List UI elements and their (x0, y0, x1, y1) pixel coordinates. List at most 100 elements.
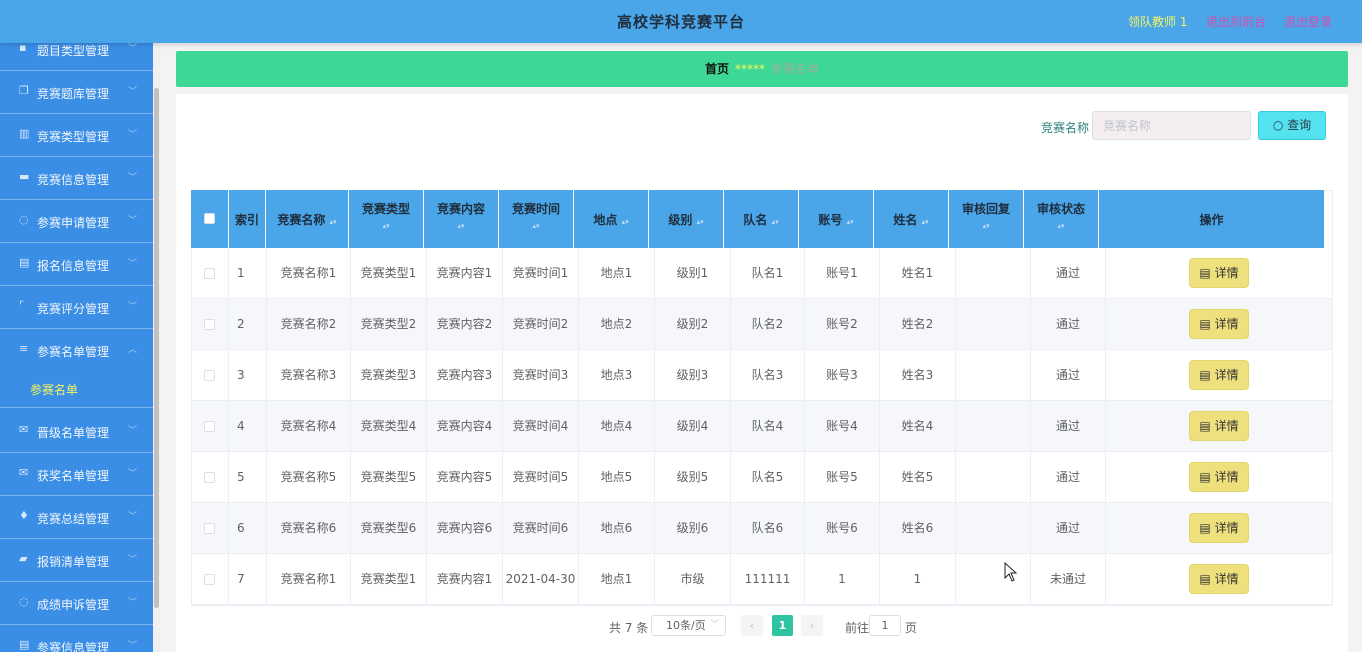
cell-actions: ▤ 详情 (1106, 248, 1332, 299)
sidebar-item-score-appeal[interactable]: ◌ 成绩申诉管理 ﹀ (0, 582, 153, 625)
column-header-level[interactable]: 级别 ▴▾ (649, 190, 724, 248)
chevron-down-icon: ﹀ (128, 87, 138, 97)
column-header-content[interactable]: 竞赛内容 ▴▾ (424, 190, 499, 248)
building-icon: ▥ (19, 127, 30, 140)
sidebar-item-question-types[interactable]: ▪ 题目类型管理 ﹀ (0, 43, 153, 71)
suitcase-icon: ▰ (19, 552, 28, 565)
next-page-button[interactable]: › (801, 615, 823, 636)
select-all-checkbox[interactable] (204, 213, 215, 224)
pagination-total: 共 7 条 (609, 621, 649, 635)
search-input[interactable] (1092, 111, 1251, 140)
detail-button[interactable]: ▤ 详情 (1189, 564, 1249, 594)
chevron-down-icon: ﹀ (128, 512, 138, 522)
sidebar-scrollbar[interactable] (153, 43, 160, 652)
chevron-down-icon: ﹀ (128, 641, 138, 651)
cell-name: 竞赛名称1 (267, 248, 351, 299)
back-to-front-link[interactable]: 退出到前台 (1206, 13, 1266, 30)
document-icon: ▤ (19, 256, 30, 269)
cell-place: 地点6 (579, 503, 655, 554)
chevron-down-icon: ﹀ (128, 216, 138, 226)
sidebar-item-participation-info[interactable]: ▤ 参赛信息管理 ﹀ (0, 625, 153, 652)
detail-button[interactable]: ▤ 详情 (1189, 462, 1249, 492)
cell-time: 竞赛时间3 (503, 350, 579, 401)
cell-name: 竞赛名称3 (267, 350, 351, 401)
cell-content: 竞赛内容4 (427, 401, 503, 452)
row-checkbox[interactable] (204, 472, 215, 483)
sidebar-item-promotion-list[interactable]: ✉ 晋级名单管理 ﹀ (0, 410, 153, 453)
top-header: 高校学科竞赛平台 领队教师 1 退出到前台 退出登录 (0, 0, 1362, 43)
sidebar-item-label: 竞赛评分管理 (37, 302, 110, 316)
sort-icon: ▴▾ (457, 222, 465, 230)
cell-place: 地点1 (579, 248, 655, 299)
cell-name: 竞赛名称4 (267, 401, 351, 452)
column-header-status[interactable]: 审核状态 ▴▾ (1024, 190, 1099, 248)
column-header-time[interactable]: 竞赛时间 ▴▾ (499, 190, 574, 248)
cell-actions: ▤ 详情 (1106, 299, 1332, 350)
goto-page-input[interactable] (869, 615, 901, 636)
cell-status: 通过 (1031, 299, 1106, 350)
page-size-select[interactable]: 10条/页 ﹀ (651, 615, 726, 636)
cell-team: 队名4 (731, 401, 805, 452)
cell-name: 竞赛名称6 (267, 503, 351, 554)
sidebar-item-competition-types[interactable]: ▥ 竞赛类型管理 ﹀ (0, 114, 153, 157)
document-icon: ▤ (1199, 419, 1211, 433)
detail-button[interactable]: ▤ 详情 (1189, 411, 1249, 441)
logout-link[interactable]: 退出登录 (1284, 13, 1332, 30)
column-header-name[interactable]: 竞赛名称 ▴▾ (266, 190, 349, 248)
sidebar-item-scoring[interactable]: ⌜ 竞赛评分管理 ﹀ (0, 286, 153, 329)
current-page-number[interactable]: 1 (772, 615, 793, 636)
cell-person: 姓名1 (880, 248, 956, 299)
row-checkbox[interactable] (204, 421, 215, 432)
cell-status: 通过 (1031, 350, 1106, 401)
column-header-place[interactable]: 地点 ▴▾ (574, 190, 649, 248)
prev-page-button[interactable]: ‹ (741, 615, 763, 636)
column-header-reply[interactable]: 审核回复 ▴▾ (949, 190, 1024, 248)
detail-button[interactable]: ▤ 详情 (1189, 360, 1249, 390)
chevron-down-icon: ﹀ (128, 302, 138, 312)
breadcrumb-home[interactable]: 首页 (705, 62, 729, 76)
row-checkbox[interactable] (204, 370, 215, 381)
column-header-person[interactable]: 姓名 ▴▾ (874, 190, 949, 248)
document-icon: ▤ (1199, 521, 1211, 535)
cell-reply (956, 503, 1031, 554)
sidebar-subitem-participant-list[interactable]: 参赛名单 (0, 367, 153, 408)
document-icon: ▤ (19, 638, 30, 651)
breadcrumb-separator: ***** (735, 62, 765, 76)
search-icon: ○ (1272, 118, 1284, 132)
cell-place: 地点4 (579, 401, 655, 452)
column-header-type[interactable]: 竞赛类型 ▴▾ (349, 190, 424, 248)
sidebar-item-participant-list[interactable]: ≡ 参赛名单管理 ︿ (0, 329, 153, 372)
cell-content: 竞赛内容1 (427, 554, 503, 605)
sidebar-item-registration-info[interactable]: ▤ 报名信息管理 ﹀ (0, 243, 153, 286)
column-header-team[interactable]: 队名 ▴▾ (724, 190, 799, 248)
sidebar-item-entry-applications[interactable]: ◌ 参赛申请管理 ﹀ (0, 200, 153, 243)
cell-reply (956, 452, 1031, 503)
scrollbar-thumb[interactable] (154, 88, 159, 608)
sidebar-item-reimbursement[interactable]: ▰ 报销清单管理 ﹀ (0, 539, 153, 582)
sidebar-item-award-list[interactable]: ✉ 获奖名单管理 ﹀ (0, 453, 153, 496)
cell-time: 2021-04-30 (503, 554, 579, 605)
sidebar-item-competition-info[interactable]: ▬ 竞赛信息管理 ﹀ (0, 157, 153, 200)
detail-button[interactable]: ▤ 详情 (1189, 513, 1249, 543)
chat-icon: ▪ (19, 43, 27, 54)
detail-button[interactable]: ▤ 详情 (1189, 309, 1249, 339)
row-checkbox[interactable] (204, 574, 215, 585)
cell-time: 竞赛时间6 (503, 503, 579, 554)
sort-icon: ▴▾ (921, 218, 929, 226)
sidebar-item-question-bank[interactable]: ❐ 竞赛题库管理 ﹀ (0, 71, 153, 114)
sidebar-item-summary[interactable]: ♦ 竞赛总结管理 ﹀ (0, 496, 153, 539)
sidebar-item-label: 参赛名单管理 (37, 345, 110, 359)
cell-level: 级别1 (655, 248, 731, 299)
row-checkbox[interactable] (204, 319, 215, 330)
cell-actions: ▤ 详情 (1106, 401, 1332, 452)
sidebar-item-label: 竞赛题库管理 (37, 87, 110, 101)
detail-button[interactable]: ▤ 详情 (1189, 258, 1249, 288)
cell-reply (956, 401, 1031, 452)
sidebar-item-label: 成绩申诉管理 (37, 598, 110, 612)
search-button[interactable]: ○ 查询 (1258, 111, 1326, 140)
row-checkbox[interactable] (204, 268, 215, 279)
column-header-account[interactable]: 账号 ▴▾ (799, 190, 874, 248)
row-checkbox[interactable] (204, 523, 215, 534)
info-icon: ◌ (19, 595, 29, 608)
cell-place: 地点3 (579, 350, 655, 401)
